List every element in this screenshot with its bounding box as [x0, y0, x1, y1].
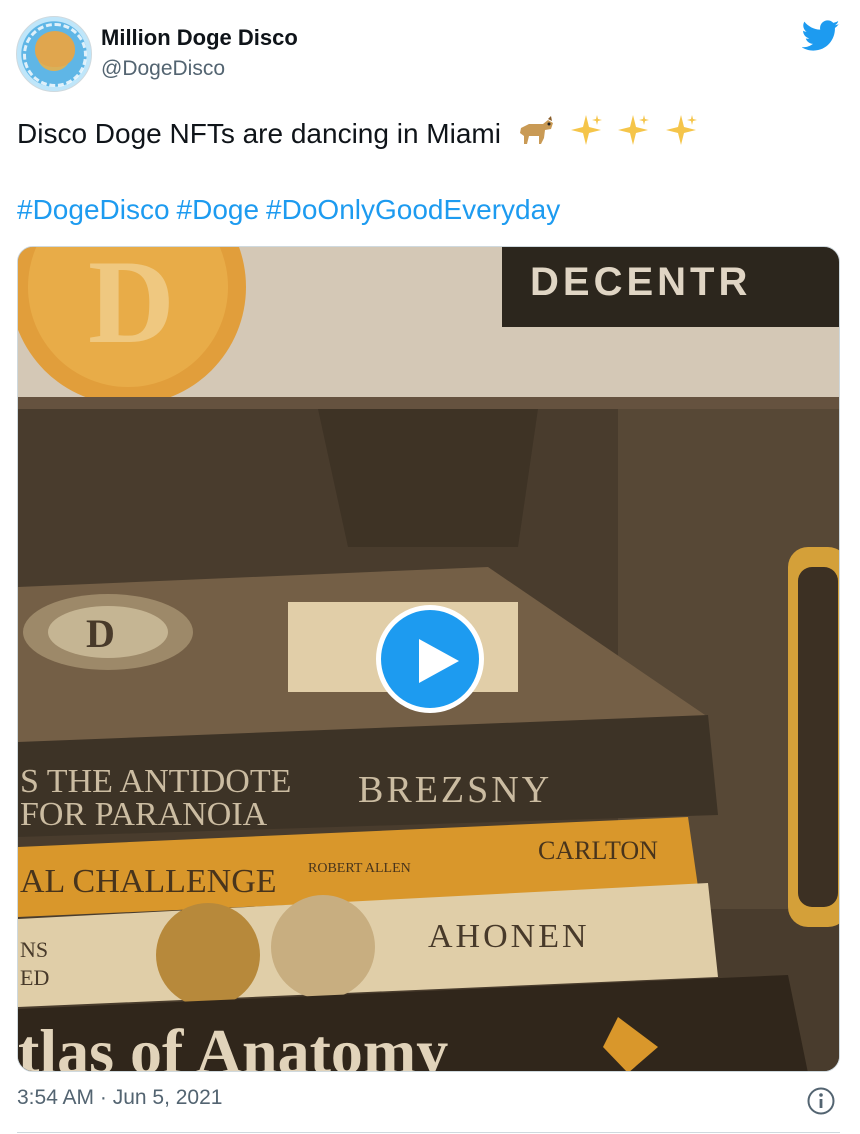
author-name[interactable]: Million Doge Disco — [101, 25, 298, 51]
hashtag-link[interactable]: #DogeDisco — [17, 194, 170, 225]
tweet-timestamp[interactable]: 3:54 AM · Jun 5, 2021 — [17, 1086, 222, 1110]
twitter-bird-icon[interactable] — [802, 20, 840, 52]
tweet-text-body: Disco Doge NFTs are dancing in Miami — [17, 117, 501, 149]
sparkles-emoji — [616, 113, 650, 158]
video-player[interactable]: D DECENTR D S THE ANTIDOTE FOR PARANOIA … — [17, 246, 840, 1072]
sparkles-emoji — [569, 113, 603, 158]
hashtag-line: #DogeDisco #Doge #DoOnlyGoodEveryday — [17, 190, 567, 230]
author-handle[interactable]: @DogeDisco — [101, 57, 225, 81]
hashtag-link[interactable]: #DoOnlyGoodEveryday — [266, 194, 560, 225]
play-button[interactable] — [376, 605, 484, 713]
author-avatar[interactable] — [16, 16, 92, 92]
tweet-text: Disco Doge NFTs are dancing in Miami — [17, 113, 698, 158]
hashtag-link[interactable]: #Doge — [177, 194, 260, 225]
tweet-card: Million Doge Disco @DogeDisco Disco Doge… — [0, 0, 860, 1134]
dog-emoji — [515, 114, 555, 157]
play-icon — [419, 639, 459, 683]
sparkles-emoji — [664, 113, 698, 158]
avatar-doge — [35, 31, 75, 67]
info-icon[interactable] — [806, 1086, 836, 1116]
divider — [17, 1132, 840, 1133]
